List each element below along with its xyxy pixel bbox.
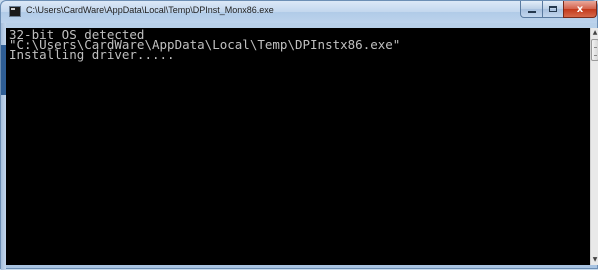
maximize-button[interactable]	[542, 1, 564, 18]
console-window: C:\Users\CardWare\AppData\Local\Temp\DPI…	[0, 0, 598, 270]
console-line: Installing driver.....	[9, 47, 175, 62]
scroll-down-icon[interactable]: ▼	[591, 255, 598, 265]
vertical-scrollbar[interactable]: ▲ ▼	[590, 28, 598, 265]
grip-icon	[594, 47, 597, 56]
close-button[interactable]: x	[563, 1, 597, 18]
scroll-thumb[interactable]	[591, 39, 598, 61]
close-icon: x	[576, 3, 584, 15]
minimize-icon	[527, 11, 536, 13]
window-title: C:\Users\CardWare\AppData\Local\Temp\DPI…	[26, 5, 274, 15]
minimize-button[interactable]	[520, 1, 543, 18]
title-bar[interactable]: C:\Users\CardWare\AppData\Local\Temp\DPI…	[1, 1, 597, 23]
maximize-icon	[549, 6, 557, 12]
console-icon[interactable]	[9, 6, 21, 17]
scroll-up-icon[interactable]: ▲	[591, 28, 598, 38]
console-output[interactable]: 32-bit OS detected "C:\Users\CardWare\Ap…	[6, 28, 590, 265]
